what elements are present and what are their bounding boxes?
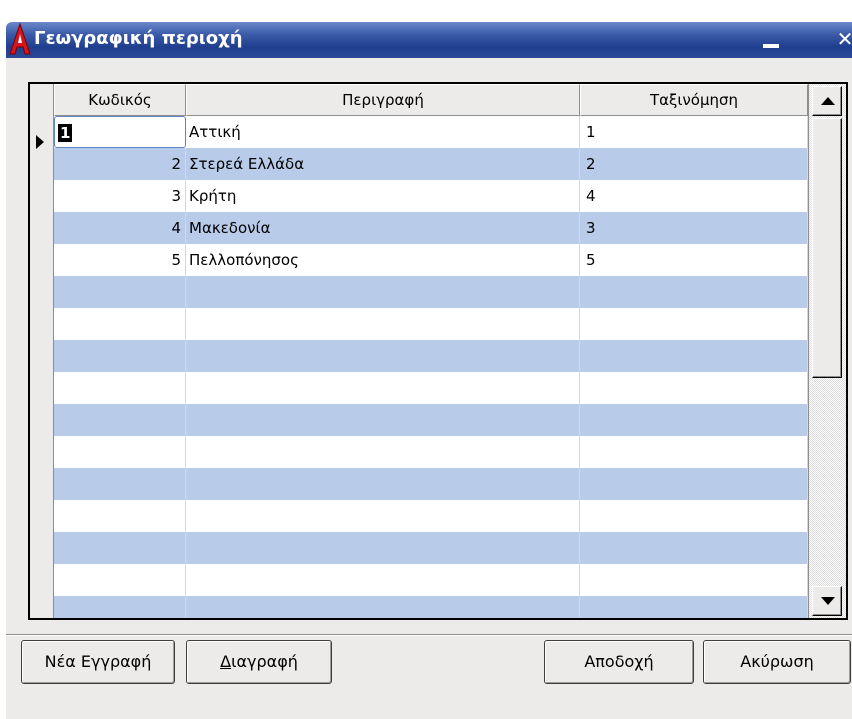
cell-code[interactable]: 5 <box>54 244 186 276</box>
close-button[interactable]: ✕ <box>832 26 852 52</box>
empty-row[interactable] <box>54 436 808 468</box>
cell-description[interactable]: Κρήτη <box>186 180 580 212</box>
cell-code-value: 1 <box>58 124 73 142</box>
cell-sort[interactable]: 1 <box>580 116 808 148</box>
cell-description[interactable]: Στερεά Ελλάδα <box>186 148 580 180</box>
grid-header: Κωδικός Περιγραφή Ταξινόμηση <box>54 84 808 116</box>
empty-row[interactable] <box>54 532 808 564</box>
cancel-button[interactable]: Ακύρωση <box>703 640 851 684</box>
cell-sort[interactable]: 4 <box>580 180 808 212</box>
minimize-button[interactable] <box>759 30 783 50</box>
title-bar[interactable]: Γεωγραφική περιοχή ✕ <box>6 22 852 58</box>
cell-sort[interactable]: 5 <box>580 244 808 276</box>
current-row-arrow-icon <box>36 135 44 149</box>
table-row[interactable]: 2 Στερεά Ελλάδα 2 <box>54 148 808 180</box>
empty-row[interactable] <box>54 404 808 436</box>
cell-sort[interactable]: 3 <box>580 212 808 244</box>
cell-code[interactable]: 1 <box>54 116 186 148</box>
delete-mnemonic: Δ <box>220 652 232 671</box>
table-row[interactable]: 4 Μακεδονία 3 <box>54 212 808 244</box>
accept-button[interactable]: Αποδοχή <box>544 640 694 684</box>
table-row[interactable]: 3 Κρήτη 4 <box>54 180 808 212</box>
cell-code[interactable]: 4 <box>54 212 186 244</box>
column-header-sort[interactable]: Ταξινόμηση <box>580 84 808 116</box>
empty-row[interactable] <box>54 596 808 618</box>
button-separator <box>6 634 852 636</box>
column-header-description[interactable]: Περιγραφή <box>186 84 580 116</box>
app-logo-icon <box>9 22 31 55</box>
scroll-down-button[interactable] <box>812 586 842 616</box>
empty-row[interactable] <box>54 468 808 500</box>
data-grid[interactable]: Κωδικός Περιγραφή Ταξινόμηση 1 Αττική 1 … <box>28 82 848 620</box>
row-indicator-column <box>30 84 54 618</box>
cell-sort[interactable]: 2 <box>580 148 808 180</box>
dialog-client-area: Κωδικός Περιγραφή Ταξινόμηση 1 Αττική 1 … <box>6 58 852 719</box>
table-row[interactable]: 1 Αττική 1 <box>54 116 808 148</box>
cell-description[interactable]: Μακεδονία <box>186 212 580 244</box>
arrow-down-icon <box>821 597 835 605</box>
dialog-window: Γεωγραφική περιοχή ✕ Κωδικός Περιγραφή Τ… <box>0 0 852 719</box>
column-header-code[interactable]: Κωδικός <box>54 84 186 116</box>
scroll-up-button[interactable] <box>812 86 842 116</box>
window-title: Γεωγραφική περιοχή <box>34 28 243 49</box>
delete-label: ιαγραφή <box>231 652 298 671</box>
empty-row[interactable] <box>54 308 808 340</box>
empty-row[interactable] <box>54 372 808 404</box>
delete-button[interactable]: Διαγραφή <box>186 640 332 684</box>
empty-row[interactable] <box>54 340 808 372</box>
cell-description[interactable]: Πελλοπόνησος <box>186 244 580 276</box>
empty-row[interactable] <box>54 564 808 596</box>
empty-row[interactable] <box>54 500 808 532</box>
arrow-up-icon <box>821 97 835 105</box>
scrollbar-thumb[interactable] <box>812 118 842 378</box>
table-row[interactable]: 5 Πελλοπόνησος 5 <box>54 244 808 276</box>
cell-description[interactable]: Αττική <box>186 116 580 148</box>
empty-row[interactable] <box>54 276 808 308</box>
cell-code[interactable]: 2 <box>54 148 186 180</box>
cell-code[interactable]: 3 <box>54 180 186 212</box>
new-record-button[interactable]: Νέα Εγγραφή <box>21 640 175 684</box>
grid-body: 1 Αττική 1 2 Στερεά Ελλάδα 2 3 Κρήτη 4 4… <box>54 116 808 618</box>
vertical-scrollbar[interactable] <box>808 84 846 618</box>
